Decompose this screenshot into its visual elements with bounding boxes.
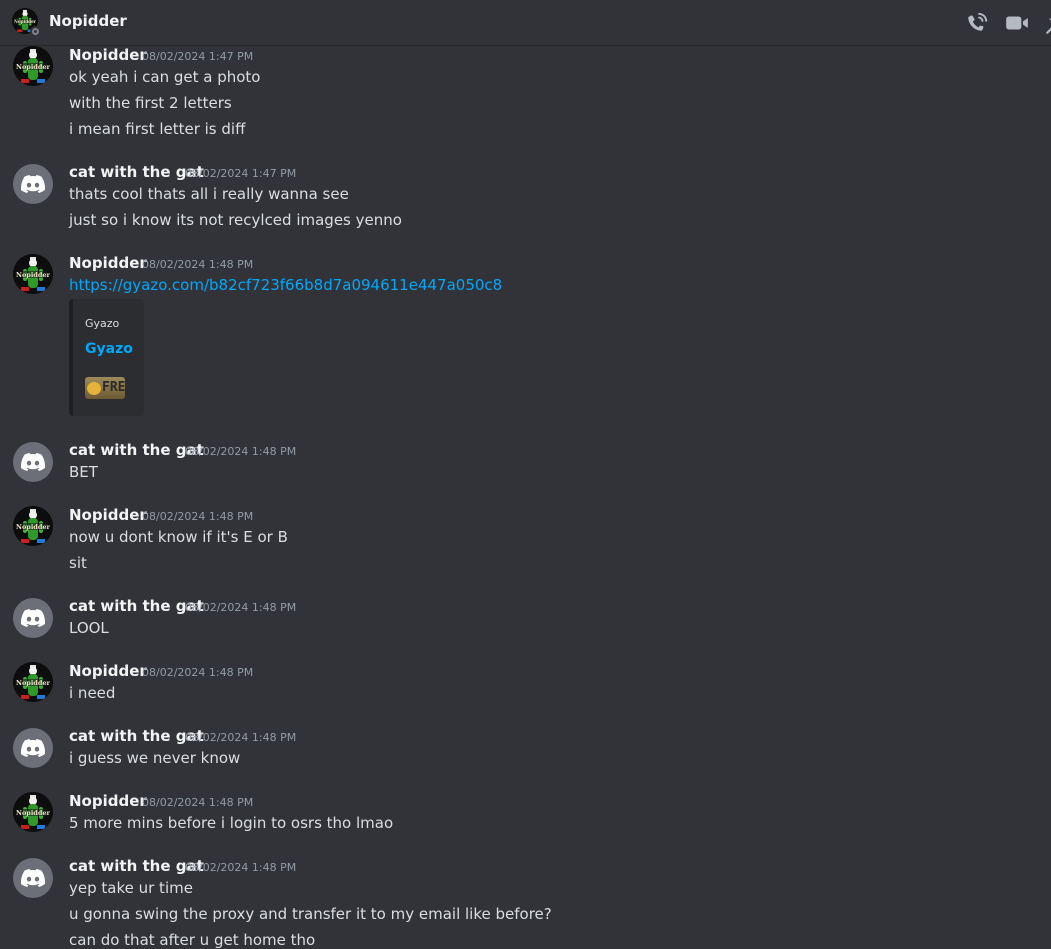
message-text: i guess we never know	[69, 749, 241, 767]
message-timestamp: 08/02/2024 1:48 PM	[185, 861, 297, 874]
pin-icon[interactable]	[1044, 10, 1051, 36]
cat-with-the-gat-avatar[interactable]	[13, 598, 53, 638]
voice-call-icon[interactable]	[964, 10, 990, 36]
author-name[interactable]: Nopidder	[69, 46, 147, 64]
message-timestamp: 08/02/2024 1:48 PM	[142, 510, 254, 523]
message-timestamp: 08/02/2024 1:48 PM	[185, 601, 297, 614]
author-name[interactable]: cat with the gat	[69, 727, 204, 745]
dm-header: Nopidder	[0, 0, 1051, 46]
cat-with-the-gat-avatar[interactable]	[13, 728, 53, 768]
nopidder-avatar[interactable]	[13, 792, 53, 832]
message-timestamp: 08/02/2024 1:47 PM	[142, 50, 254, 63]
message-text: ok yeah i can get a photo	[69, 68, 261, 86]
discord-logo-icon	[21, 739, 45, 757]
coin-icon	[87, 382, 101, 395]
author-name[interactable]: cat with the gat	[69, 857, 204, 875]
dm-title[interactable]: Nopidder	[49, 12, 127, 30]
discord-logo-icon	[21, 453, 45, 471]
nopidder-avatar[interactable]	[13, 254, 53, 294]
embed-thumbnail[interactable]: FRE	[85, 377, 125, 399]
message-timestamp: 08/02/2024 1:48 PM	[142, 796, 254, 809]
discord-logo-icon	[21, 869, 45, 887]
message-text: 5 more mins before i login to osrs tho l…	[69, 814, 394, 832]
author-name[interactable]: cat with the gat	[69, 441, 204, 459]
video-call-icon[interactable]	[1004, 10, 1030, 36]
message-text: yep take ur time	[69, 879, 193, 897]
message-timestamp: 08/02/2024 1:48 PM	[185, 731, 297, 744]
message-text: with the first 2 letters	[69, 94, 232, 112]
message-timestamp: 08/02/2024 1:48 PM	[142, 666, 254, 679]
message-text: can do that after u get home tho	[69, 931, 316, 949]
message-text: thats cool thats all i really wanna see	[69, 185, 349, 203]
author-name[interactable]: Nopidder	[69, 792, 147, 810]
message-text: i mean first letter is diff	[69, 120, 246, 138]
message-text: now u dont know if it's E or B	[69, 528, 288, 546]
message-timestamp: 08/02/2024 1:48 PM	[142, 258, 254, 271]
message-text: i need	[69, 684, 116, 702]
embed-title[interactable]: Gyazo	[85, 341, 133, 357]
cat-with-the-gat-avatar[interactable]	[13, 858, 53, 898]
message-timestamp: 08/02/2024 1:47 PM	[185, 167, 297, 180]
message-timestamp: 08/02/2024 1:48 PM	[185, 445, 297, 458]
message-text: BET	[69, 463, 98, 481]
header-avatar[interactable]	[12, 8, 41, 37]
embed-provider[interactable]: Gyazo	[85, 317, 119, 330]
nopidder-avatar[interactable]	[13, 46, 53, 86]
link-embed: Gyazo Gyazo FRE	[69, 299, 144, 416]
message-text: LOOL	[69, 619, 109, 637]
thumbnail-text: FRE	[102, 380, 125, 395]
offline-status-icon	[30, 26, 41, 37]
author-name[interactable]: Nopidder	[69, 662, 147, 680]
author-name[interactable]: Nopidder	[69, 506, 147, 524]
discord-logo-icon	[21, 175, 45, 193]
discord-logo-icon	[21, 609, 45, 627]
nopidder-avatar[interactable]	[13, 506, 53, 546]
author-name[interactable]: cat with the gat	[69, 597, 204, 615]
message-text: just so i know its not recylced images y…	[69, 211, 402, 229]
message-text: u gonna swing the proxy and transfer it …	[69, 905, 552, 923]
cat-with-the-gat-avatar[interactable]	[13, 442, 53, 482]
nopidder-avatar[interactable]	[13, 662, 53, 702]
author-name[interactable]: cat with the gat	[69, 163, 204, 181]
gyazo-link[interactable]: https://gyazo.com/b82cf723f66b8d7a094611…	[69, 276, 502, 294]
author-name[interactable]: Nopidder	[69, 254, 147, 272]
cat-with-the-gat-avatar[interactable]	[13, 164, 53, 204]
message-text: sit	[69, 554, 87, 572]
